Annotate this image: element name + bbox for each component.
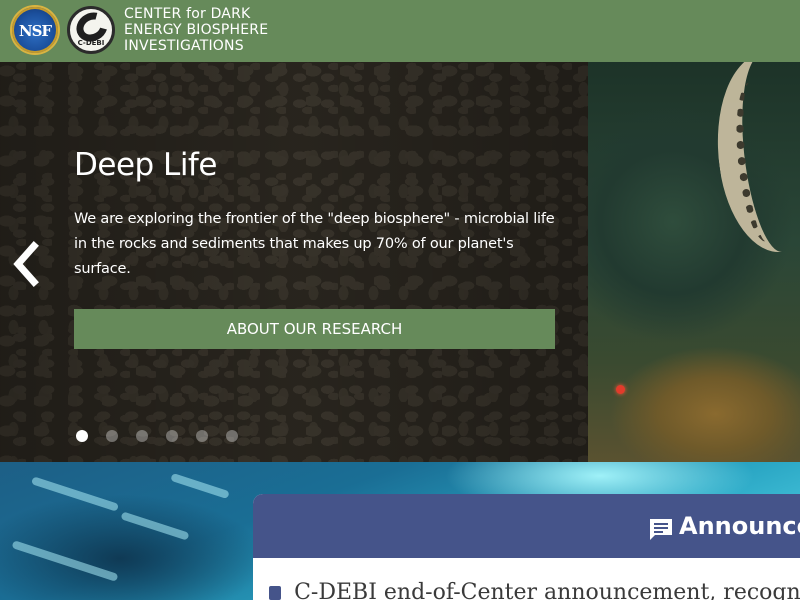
slide-dot-6[interactable] — [226, 430, 238, 442]
slide-dot-4[interactable] — [166, 430, 178, 442]
message-icon — [650, 519, 672, 540]
site-title-line: CENTER for DARK — [124, 6, 251, 22]
previous-slide-button[interactable] — [8, 240, 44, 288]
announcements-header: Announcements — [253, 494, 800, 558]
laser-dot — [616, 385, 625, 394]
light-streak — [30, 476, 120, 512]
slide-dot-1[interactable] — [76, 430, 88, 442]
site-header: NSF C-DEBI CENTER for DARK ENERGY BIOSPH… — [0, 0, 800, 62]
hero-content: Deep Life We are exploring the frontier … — [74, 147, 555, 349]
light-streak — [170, 472, 230, 500]
document-icon — [269, 585, 281, 600]
announcement-item[interactable]: C-DEBI end-of-Center announcement, recog… — [269, 580, 800, 600]
announcement-link[interactable]: C-DEBI end-of-Center announcement, recog… — [294, 580, 800, 600]
nsf-logo[interactable]: NSF — [10, 5, 60, 55]
site-title-line: ENERGY BIOSPHERE — [124, 22, 269, 38]
slider-pagination — [76, 430, 238, 442]
cdebi-logo-text: C-DEBI — [77, 39, 105, 47]
announcements-panel: Announcements C-DEBI end-of-Center annou… — [253, 494, 800, 600]
chevron-left-icon — [13, 241, 39, 287]
announcements-title: Announcements — [679, 512, 800, 540]
nsf-logo-text: NSF — [18, 22, 52, 40]
light-streak — [120, 511, 190, 541]
site-title-line: INVESTIGATIONS — [124, 38, 244, 54]
slide-dot-2[interactable] — [106, 430, 118, 442]
cdebi-logo[interactable]: C-DEBI — [67, 6, 115, 54]
hero-description: We are exploring the frontier of the "de… — [74, 211, 555, 277]
about-research-button[interactable]: ABOUT OUR RESEARCH — [74, 309, 555, 349]
hero-image — [588, 62, 800, 462]
slide-dot-5[interactable] — [196, 430, 208, 442]
slide-dot-3[interactable] — [136, 430, 148, 442]
light-streak — [11, 540, 119, 582]
hero-slider: Deep Life We are exploring the frontier … — [0, 62, 800, 462]
site-title[interactable]: CENTER for DARK ENERGY BIOSPHERE INVESTI… — [124, 6, 324, 54]
hero-title: Deep Life — [74, 147, 217, 183]
